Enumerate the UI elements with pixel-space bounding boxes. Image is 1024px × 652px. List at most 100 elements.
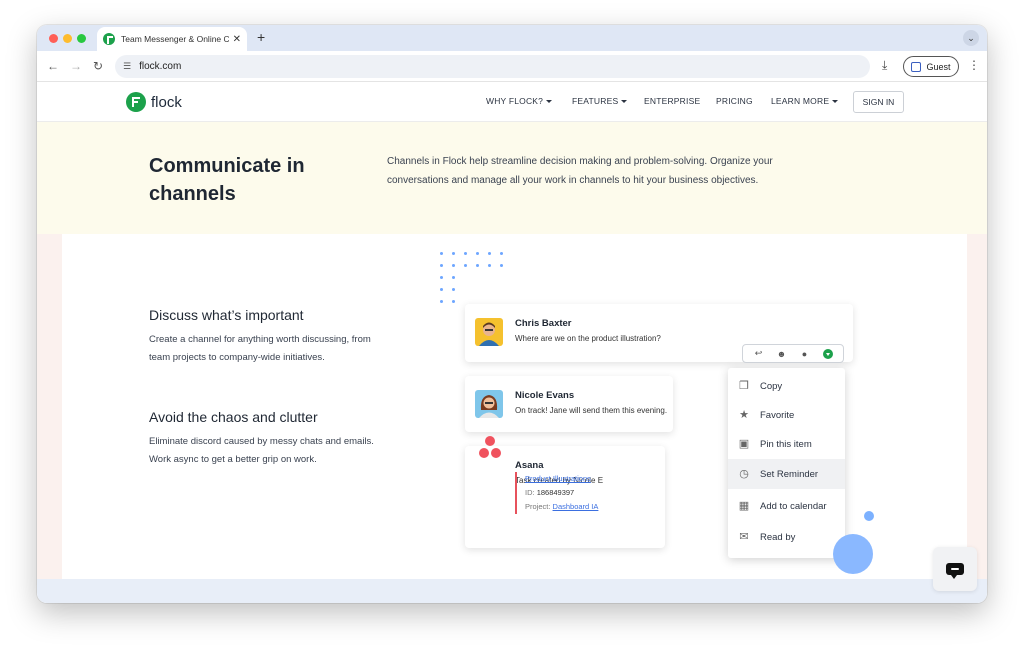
browser-tab[interactable]: Team Messenger & Online Co ✕ — [97, 27, 247, 51]
tab-close-icon[interactable]: ✕ — [233, 34, 241, 45]
feature-description: Eliminate discord caused by messy chats … — [149, 436, 374, 465]
decorative-dot — [440, 252, 443, 255]
task-link[interactable]: Product Illustrations — [525, 474, 591, 483]
more-menu-icon[interactable]: ⋮ — [968, 58, 980, 72]
pin-icon: ▣ — [738, 438, 750, 450]
menu-item-add-to-calendar[interactable]: ▦ Add to calendar — [728, 491, 845, 521]
dot-pattern — [440, 252, 510, 312]
menu-item-favorite[interactable]: ★ Favorite — [728, 400, 845, 430]
decorative-dot — [464, 252, 467, 255]
caret-down-icon — [621, 100, 628, 104]
menu-item-label: Read by — [760, 531, 796, 543]
hero-description: Channels in Flock help streamline decisi… — [387, 156, 773, 186]
footer-strip — [37, 579, 987, 603]
more-actions-icon[interactable] — [822, 348, 833, 359]
reload-icon[interactable]: ↻ — [93, 59, 103, 73]
chat-support-button[interactable] — [933, 547, 977, 591]
menu-item-label: Set Reminder — [760, 468, 819, 480]
flock-favicon-icon — [103, 33, 115, 45]
message-card[interactable]: Nicole Evans On track! Jane will send th… — [465, 376, 673, 432]
menu-item-set-reminder[interactable]: ◷ Set Reminder — [728, 459, 845, 489]
minimize-window-button[interactable] — [63, 34, 72, 43]
project-link[interactable]: Dashboard IA — [553, 502, 599, 511]
avatar — [475, 318, 503, 346]
message-text: Where are we on the product illustration… — [515, 334, 661, 343]
decorative-band — [37, 234, 62, 579]
profile-label: Guest — [926, 61, 951, 72]
decorative-dot — [440, 288, 443, 291]
browser-window: Team Messenger & Online Co ✕ + ⌄ ← → ↻ ☰… — [37, 25, 987, 603]
url-text[interactable]: flock.com — [139, 61, 181, 72]
copy-icon: ❐ — [739, 380, 749, 392]
decorative-dot — [452, 300, 455, 303]
feature-description: Create a channel for anything worth disc… — [149, 334, 371, 363]
tab-strip: Team Messenger & Online Co ✕ + ⌄ — [37, 25, 987, 51]
decorative-dot — [452, 252, 455, 255]
decorative-dot — [440, 264, 443, 267]
tab-search-button[interactable]: ⌄ — [963, 30, 979, 46]
thread-icon[interactable]: ● — [800, 349, 810, 359]
decorative-circle — [864, 511, 874, 521]
logo-text: flock — [151, 93, 182, 111]
task-id-label: ID: — [525, 488, 535, 497]
nav-pricing[interactable]: PRICING — [716, 96, 753, 106]
sender-name: Nicole Evans — [515, 390, 575, 401]
address-bar[interactable]: ☰ flock.com — [115, 55, 870, 78]
close-window-button[interactable] — [49, 34, 58, 43]
nav-learn-more[interactable]: LEARN MORE — [771, 96, 839, 106]
browser-toolbar: ← → ↻ ☰ flock.com ⤓ Guest ⋮ — [37, 51, 987, 82]
decorative-dot — [476, 264, 479, 267]
message-action-bar: ↩ ☻ ● — [742, 344, 844, 363]
site-settings-icon[interactable]: ☰ — [123, 61, 131, 72]
nav-features[interactable]: FEATURES — [572, 96, 628, 106]
profile-icon — [911, 61, 922, 72]
decorative-dot — [440, 276, 443, 279]
asana-logo-icon — [477, 435, 503, 461]
decorative-circle — [833, 534, 873, 574]
menu-item-label: Copy — [760, 380, 783, 392]
clock-icon: ◷ — [739, 468, 749, 480]
context-menu: ❐ Copy ★ Favorite ▣ Pin this item ◷ Set … — [728, 368, 845, 558]
star-icon: ★ — [739, 409, 749, 421]
menu-item-label: Favorite — [760, 409, 795, 421]
reply-icon[interactable]: ↩ — [754, 348, 764, 359]
sender-name: Asana — [515, 460, 544, 471]
nav-why-flock[interactable]: WHY FLOCK? — [486, 96, 553, 106]
menu-item-read-by[interactable]: ✉ Read by — [728, 522, 845, 552]
download-icon[interactable]: ⤓ — [882, 58, 887, 73]
decorative-dot — [464, 264, 467, 267]
menu-item-copy[interactable]: ❐ Copy — [728, 371, 845, 401]
feature-title: Discuss what’s important — [149, 307, 304, 323]
hero-title: Communicate in channels — [149, 155, 305, 205]
decorative-dot — [452, 264, 455, 267]
site-header: flock WHY FLOCK? FEATURES ENTERPRISE PRI… — [37, 82, 987, 122]
web-page: flock WHY FLOCK? FEATURES ENTERPRISE PRI… — [37, 82, 987, 603]
decorative-dot — [500, 264, 503, 267]
flock-logo-icon — [126, 92, 146, 112]
task-id-value: 186849397 — [536, 488, 575, 497]
decorative-dot — [440, 300, 443, 303]
flock-logo[interactable]: flock — [126, 92, 182, 112]
decorative-dot — [488, 252, 491, 255]
chat-bubble-icon — [946, 563, 964, 579]
maximize-window-button[interactable] — [77, 34, 86, 43]
avatar — [475, 390, 503, 418]
task-details: Product Illustrations ID: 186849397 Proj… — [515, 472, 598, 514]
new-tab-button[interactable]: + — [257, 29, 265, 45]
decorative-dot — [452, 276, 455, 279]
sign-in-button[interactable]: SIGN IN — [853, 91, 904, 113]
envelope-open-icon: ✉ — [739, 531, 749, 543]
decorative-band — [967, 234, 987, 579]
sender-name: Chris Baxter — [515, 318, 572, 329]
emoji-icon[interactable]: ☻ — [777, 349, 787, 359]
back-arrow-icon[interactable]: ← — [47, 59, 59, 73]
menu-item-pin[interactable]: ▣ Pin this item — [728, 429, 845, 459]
tab-title: Team Messenger & Online Co — [121, 34, 229, 44]
decorative-dot — [476, 252, 479, 255]
nav-enterprise[interactable]: ENTERPRISE — [644, 96, 700, 106]
forward-arrow-icon[interactable]: → — [70, 59, 82, 73]
menu-item-label: Add to calendar — [760, 500, 827, 512]
message-text: On track! Jane will send them this eveni… — [515, 406, 668, 415]
menu-item-label: Pin this item — [760, 438, 812, 450]
profile-button[interactable]: Guest — [903, 56, 959, 77]
